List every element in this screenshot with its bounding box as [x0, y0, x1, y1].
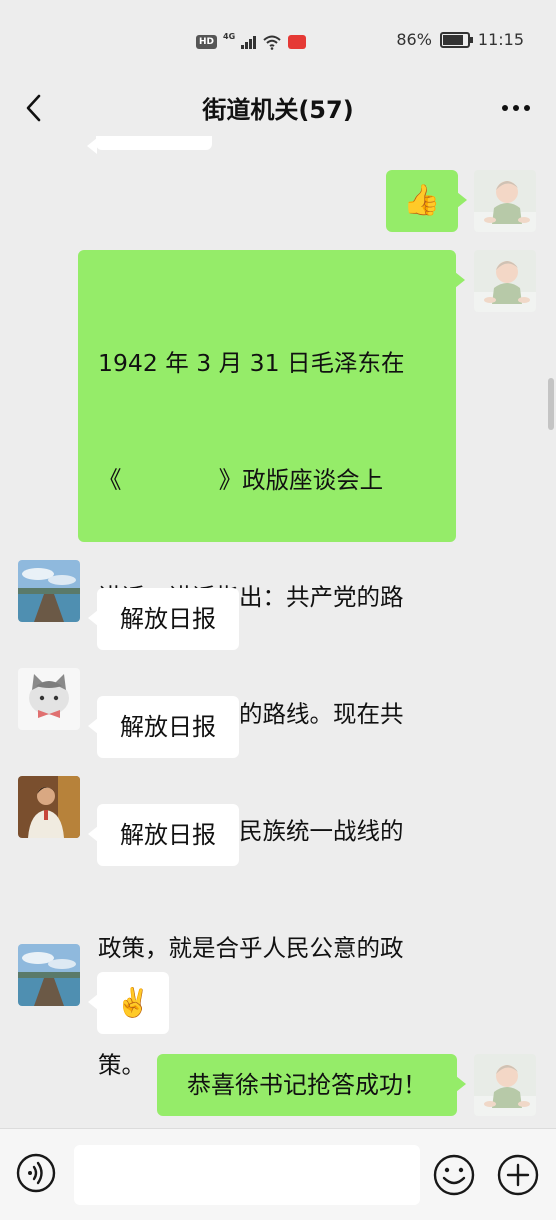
chat-header: 街道机关(57) — [0, 80, 556, 136]
cat-photo-avatar — [18, 668, 80, 730]
person-photo-avatar — [18, 776, 80, 838]
signal-icon — [241, 35, 257, 49]
avatar-self[interactable] — [474, 1054, 536, 1116]
avatar-self[interactable] — [474, 250, 536, 312]
more-button[interactable] — [496, 90, 536, 126]
status-bar: HD 4G 86% 11:15 — [0, 0, 556, 80]
message-input[interactable] — [74, 1145, 420, 1205]
thumbs-up-emoji: 👍 — [403, 183, 441, 218]
more-functions-button[interactable] — [496, 1153, 540, 1197]
voice-button[interactable] — [16, 1153, 56, 1193]
message-text: 解放日报 — [120, 821, 216, 849]
avatar-self[interactable] — [474, 170, 536, 232]
victory-hand-emoji: ✌️ — [115, 986, 151, 1019]
voice-icon — [16, 1153, 56, 1193]
message-list[interactable]: 👍 1942 年 3 月 31 日毛泽东在 《 》政版座谈会上 讲话。讲话指出：… — [0, 136, 556, 1128]
message-bubble-text[interactable]: 恭喜徐书记抢答成功！ — [157, 1054, 466, 1116]
emoji-button[interactable] — [432, 1153, 476, 1197]
ellipsis-icon — [502, 105, 530, 111]
message-bubble-partial — [87, 136, 212, 154]
input-bar — [0, 1128, 556, 1220]
app-notification-icon — [288, 35, 307, 49]
status-indicators: HD 4G — [196, 31, 307, 52]
plus-icon — [497, 1154, 539, 1196]
battery-percent: 86% — [396, 30, 432, 49]
status-right: 86% 11:15 — [396, 30, 524, 49]
avatar-member[interactable] — [18, 668, 80, 730]
lake-pier-photo-avatar — [18, 560, 80, 622]
smiley-icon — [433, 1154, 475, 1196]
wifi-icon — [263, 35, 281, 50]
lake-pier-photo-avatar — [18, 944, 80, 1006]
avatar-member[interactable] — [18, 560, 80, 622]
message-bubble-text[interactable]: 1942 年 3 月 31 日毛泽东在 《 》政版座谈会上 讲话。讲话指出：共产… — [78, 250, 465, 1079]
message-text: 恭喜徐书记抢答成功！ — [187, 1071, 427, 1099]
message-bubble-emoji[interactable]: 👍 — [386, 170, 467, 232]
scrollbar-thumb[interactable] — [548, 378, 554, 430]
baby-photo-avatar — [474, 1054, 536, 1116]
message-line: 1942 年 3 月 31 日毛泽东在 — [98, 349, 405, 377]
message-text: 解放日报 — [120, 605, 216, 633]
message-line: 《 》政版座谈会上 — [98, 466, 384, 494]
message-text: 解放日报 — [120, 713, 216, 741]
message-bubble-text[interactable]: 解放日报 — [88, 696, 239, 758]
message-line: 政策，就是合乎人民公意的政 — [98, 934, 404, 962]
avatar-member[interactable] — [18, 776, 80, 838]
baby-photo-avatar — [474, 170, 536, 232]
message-bubble-text[interactable]: 解放日报 — [88, 804, 239, 866]
battery-icon — [439, 31, 473, 48]
avatar-member[interactable] — [18, 944, 80, 1006]
chat-title: 街道机关(57) — [202, 96, 354, 124]
message-bubble-emoji[interactable]: ✌️ — [88, 972, 169, 1034]
hd-badge: HD — [196, 35, 218, 49]
network-type: 4G — [223, 31, 236, 41]
baby-photo-avatar — [474, 250, 536, 312]
message-bubble-text[interactable]: 解放日报 — [88, 588, 239, 650]
clock: 11:15 — [477, 30, 524, 49]
